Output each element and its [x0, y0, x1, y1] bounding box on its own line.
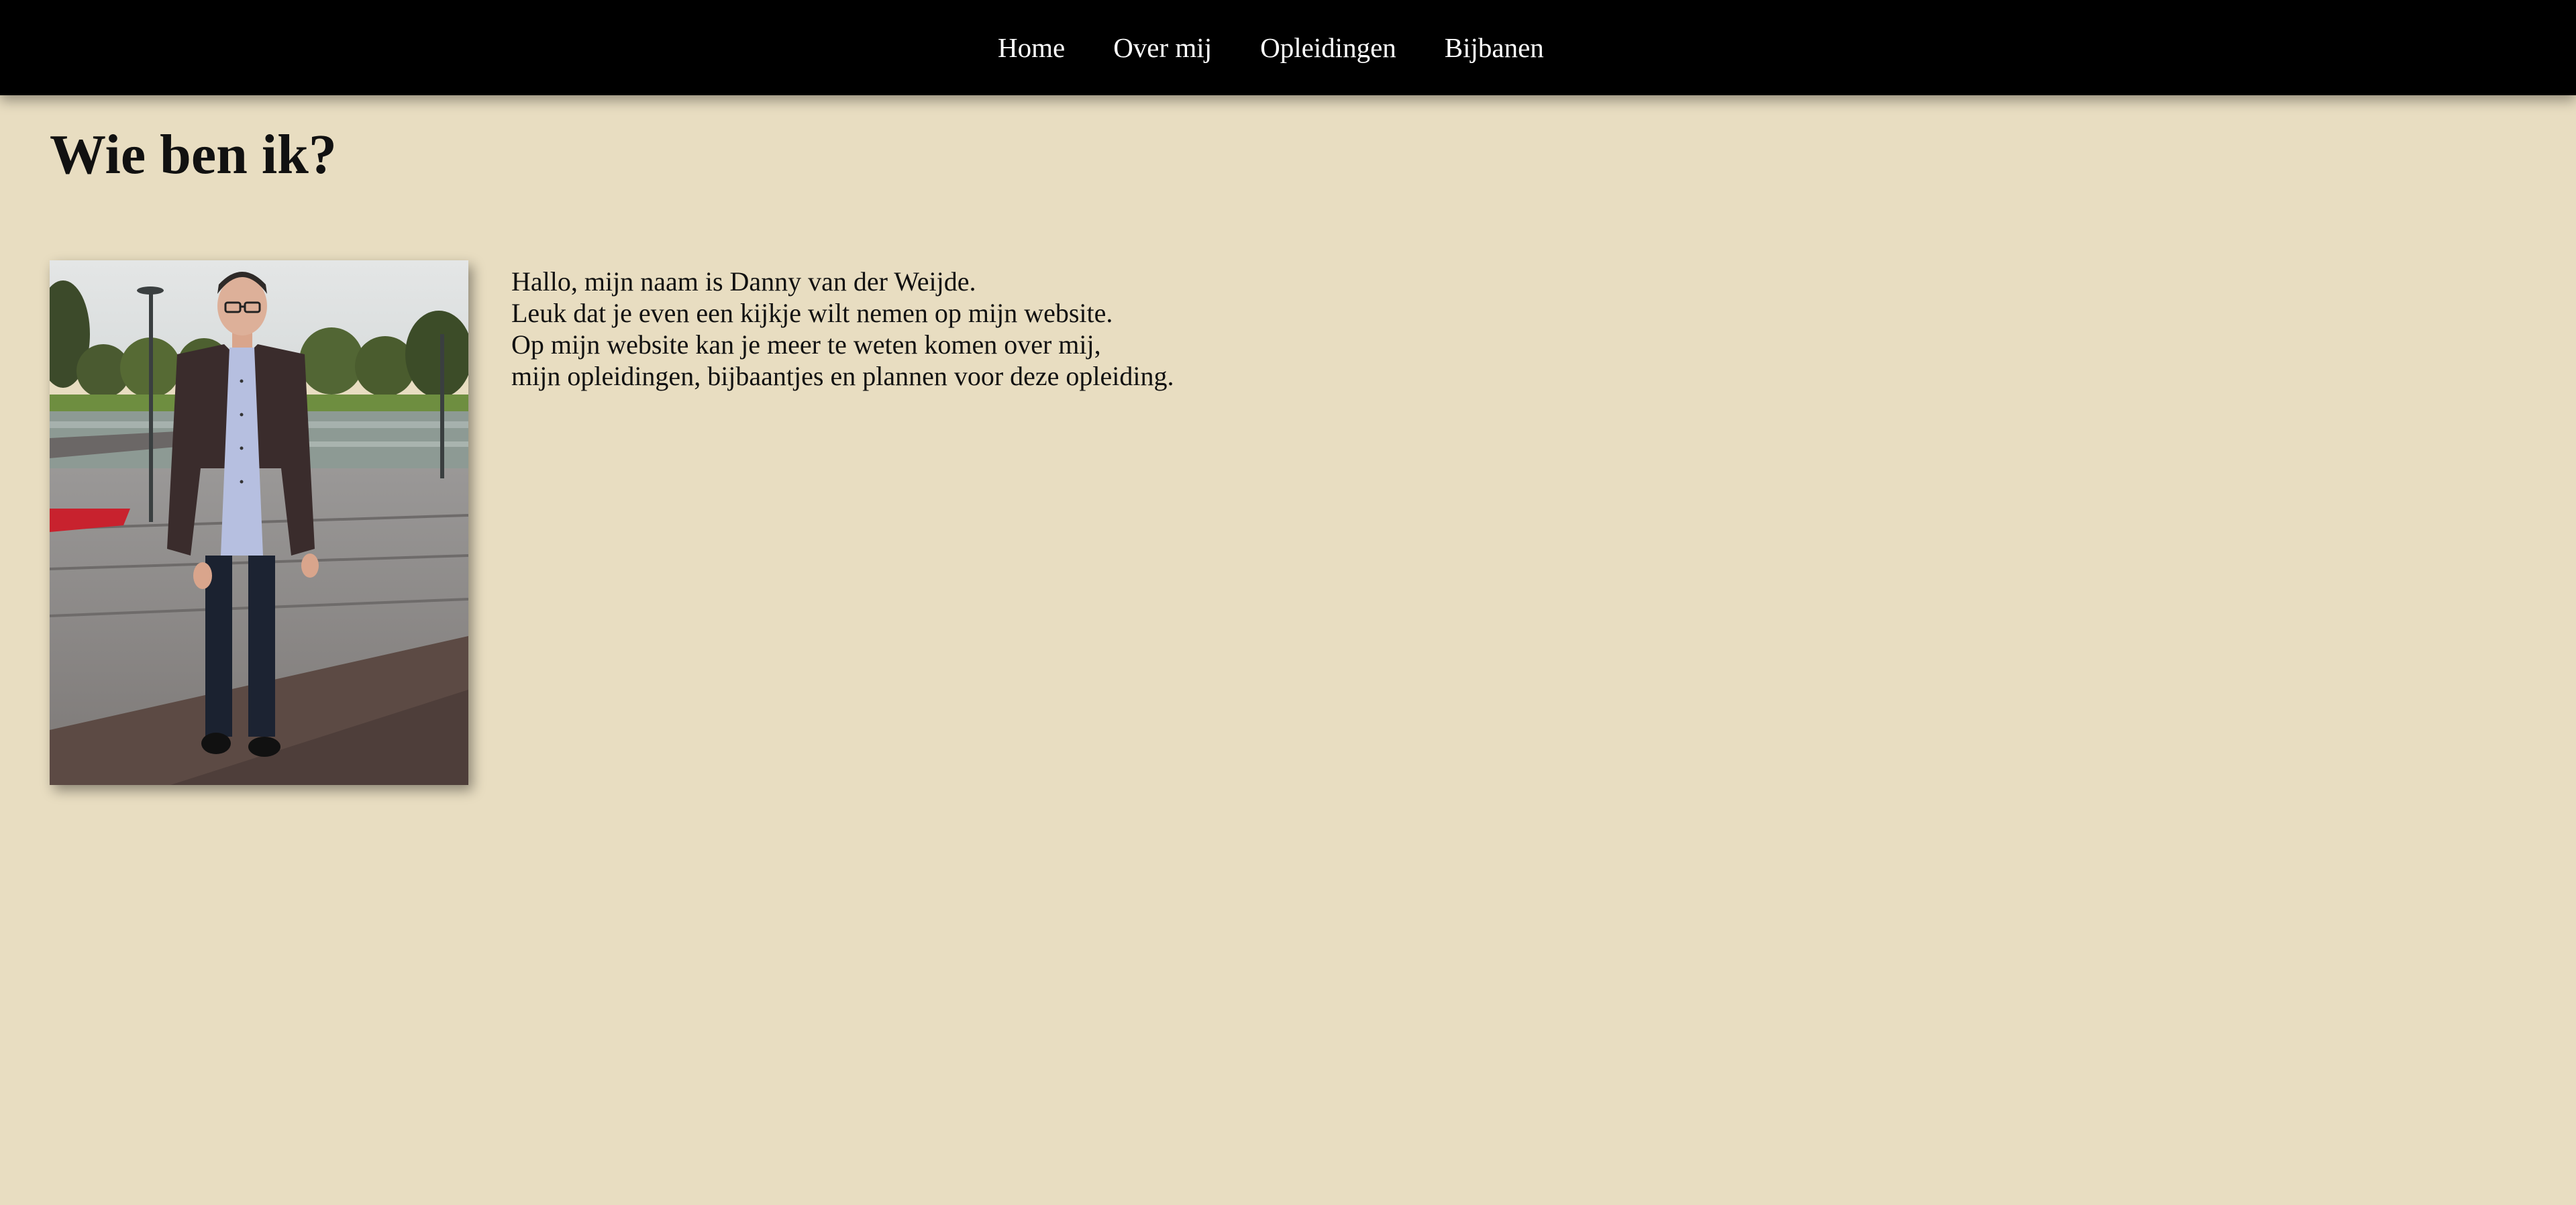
main-nav: Home Over mij Opleidingen Bijbanen — [998, 0, 1544, 95]
intro-text: Hallo, mijn naam is Danny van der Weijde… — [511, 266, 1174, 392]
intro-line: mijn opleidingen, bijbaantjes en plannen… — [511, 361, 1174, 391]
page-title: Wie ben ik? — [50, 123, 337, 186]
top-navbar: Home Over mij Opleidingen Bijbanen — [0, 0, 2576, 95]
nav-link-opleidingen[interactable]: Opleidingen — [1260, 32, 1396, 64]
intro-line: Op mijn website kan je meer te weten kom… — [511, 329, 1101, 360]
profile-photo — [50, 260, 468, 785]
nav-link-over-mij[interactable]: Over mij — [1113, 32, 1212, 64]
intro-line: Hallo, mijn naam is Danny van der Weijde… — [511, 266, 976, 297]
nav-link-home[interactable]: Home — [998, 32, 1065, 64]
nav-link-bijbanen[interactable]: Bijbanen — [1445, 32, 1544, 64]
intro-line: Leuk dat je even een kijkje wilt nemen o… — [511, 298, 1113, 328]
